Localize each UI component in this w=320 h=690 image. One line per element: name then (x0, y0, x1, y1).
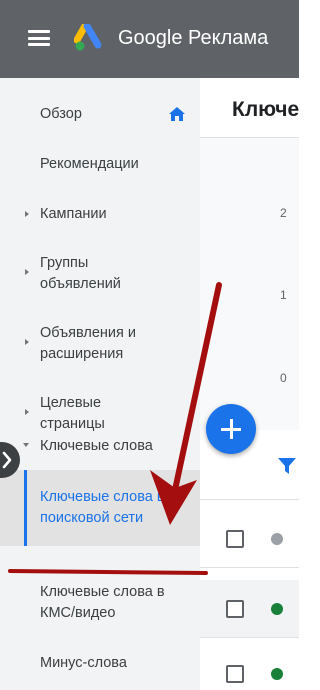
expand-arrow-icon (25, 269, 29, 275)
chart-y-tick: 1 (280, 288, 287, 302)
sidebar-item-recommendations[interactable]: Рекомендации (0, 148, 200, 182)
navigation-sidebar: Обзор Рекомендации Кампании Группы объяв… (0, 78, 200, 690)
expand-arrow-icon (25, 409, 29, 415)
row-checkbox[interactable] (226, 665, 244, 683)
hamburger-menu-icon[interactable] (28, 30, 50, 46)
sidebar-item-label: Группы объявлений (40, 255, 121, 292)
app-header: Google Реклама (0, 0, 299, 78)
sidebar-item-keywords[interactable]: Ключевые слова (0, 430, 200, 464)
expand-arrow-icon (25, 339, 29, 345)
row-checkbox[interactable] (226, 530, 244, 548)
chevron-right-icon (2, 451, 12, 469)
chart-y-tick: 0 (280, 371, 287, 385)
sidebar-item-display-video-keywords[interactable]: Ключевые слова в КМС/видео (0, 580, 200, 630)
sidebar-item-ad-groups[interactable]: Группы объявлений (0, 248, 200, 298)
sidebar-item-label: Ключевые слова (40, 438, 153, 454)
page-title: Ключе (232, 98, 300, 121)
google-ads-logo-icon (74, 24, 102, 51)
keywords-table (200, 430, 299, 690)
sidebar-item-label: Объявления и расширения (40, 325, 136, 362)
table-row[interactable] (200, 580, 299, 638)
sidebar-item-label: Минус-слова (40, 655, 127, 671)
sidebar-item-label: Рекомендации (40, 156, 139, 172)
sidebar-item-label: Кампании (40, 206, 107, 222)
status-dot-icon (271, 668, 283, 680)
table-row[interactable] (200, 645, 299, 690)
status-dot-icon (271, 533, 283, 545)
filter-icon[interactable] (277, 456, 297, 476)
app-title: Google Реклама (118, 27, 269, 49)
row-checkbox[interactable] (226, 600, 244, 618)
add-fab-button[interactable] (206, 404, 256, 454)
sidebar-item-search-keywords[interactable]: Ключевые слова в поисковой сети (0, 470, 200, 546)
collapse-arrow-icon (23, 443, 29, 447)
sidebar-item-label: Целевые страницы (40, 395, 105, 432)
selected-indicator (24, 470, 27, 546)
home-icon (169, 107, 185, 121)
sidebar-item-label: Ключевые слова в КМС/видео (40, 584, 165, 621)
expand-arrow-icon (25, 211, 29, 217)
sidebar-item-label: Обзор (40, 106, 82, 122)
sidebar-item-ads-extensions[interactable]: Объявления и расширения (0, 318, 200, 368)
table-row[interactable] (200, 510, 299, 568)
sidebar-item-negative-keywords[interactable]: Минус-слова (0, 648, 200, 682)
sidebar-item-label: Ключевые слова в поисковой сети (40, 489, 165, 526)
status-dot-icon (271, 603, 283, 615)
sidebar-item-campaigns[interactable]: Кампании (0, 198, 200, 232)
page-title-bar: Ключе (200, 78, 299, 138)
plus-icon-stroke (229, 419, 233, 439)
chart-y-tick: 2 (280, 206, 287, 220)
